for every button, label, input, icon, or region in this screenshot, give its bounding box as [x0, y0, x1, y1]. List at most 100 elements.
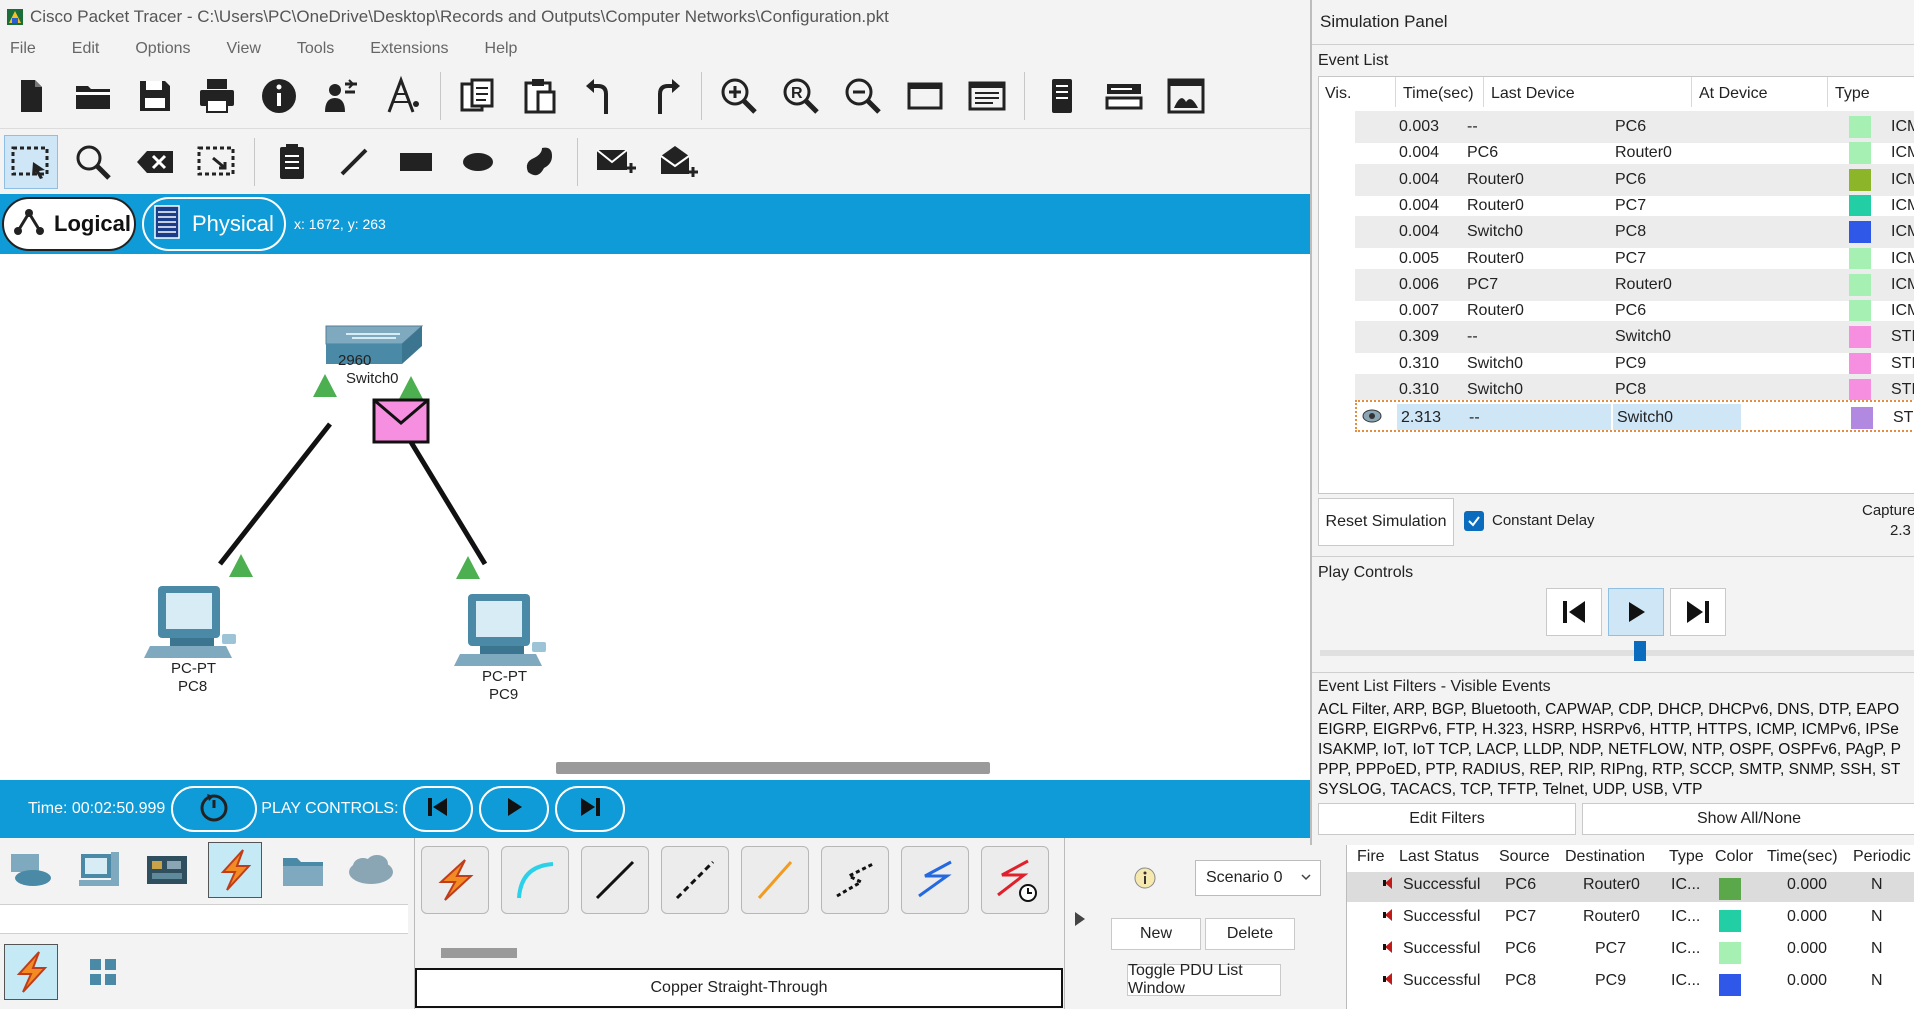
custom-device-icon[interactable] — [376, 69, 430, 123]
notes-icon[interactable] — [1035, 69, 1089, 123]
pdu-fire-icon[interactable] — [1383, 940, 1393, 959]
pdu-header-color[interactable]: Color — [1715, 848, 1753, 870]
menu-file[interactable]: File — [0, 40, 46, 58]
scenario-select[interactable]: Scenario 0 — [1195, 860, 1321, 896]
resize-icon[interactable] — [190, 135, 244, 189]
serial-dce-icon[interactable] — [981, 846, 1049, 914]
event-header-vis[interactable]: Vis. — [1325, 85, 1351, 103]
delete-scenario-button[interactable]: Delete — [1205, 918, 1295, 950]
select-icon[interactable] — [4, 134, 58, 189]
pdu-fire-icon[interactable] — [1383, 908, 1393, 927]
redo-icon[interactable] — [637, 69, 691, 123]
play-controls-forward-button[interactable] — [1670, 588, 1726, 636]
pdu-envelope-icon[interactable] — [372, 398, 430, 444]
pdu-row[interactable]: Successful PC6 Router0 IC... 0.000 N — [1347, 872, 1914, 902]
pdu-row[interactable]: Successful PC8 PC9 IC... 0.000 N — [1347, 968, 1914, 998]
open-folder-icon[interactable] — [66, 69, 120, 123]
new-file-icon[interactable] — [4, 69, 58, 123]
pdu-header-destination[interactable]: Destination — [1565, 848, 1645, 870]
logical-tab[interactable]: Logical — [2, 197, 136, 251]
zoom-in-icon[interactable] — [712, 69, 766, 123]
end-devices-icon[interactable] — [72, 842, 126, 898]
inspect-icon[interactable] — [66, 135, 120, 189]
save-icon[interactable] — [128, 69, 182, 123]
menu-help[interactable]: Help — [475, 40, 528, 58]
rectangle-icon[interactable] — [389, 135, 443, 189]
cable-list-scrollbar[interactable] — [441, 948, 517, 958]
link-switch0-pc8[interactable] — [218, 422, 332, 566]
pdu-fire-icon[interactable] — [1383, 876, 1393, 895]
sim-play-button[interactable] — [478, 786, 549, 832]
play-controls-back-button[interactable] — [1546, 588, 1602, 636]
pdu-header-fire[interactable]: Fire — [1357, 848, 1385, 870]
coaxial-cable-icon[interactable] — [901, 846, 969, 914]
print-icon[interactable] — [190, 69, 244, 123]
pc8-device[interactable] — [144, 586, 236, 658]
activity-wizard-icon[interactable] — [314, 69, 368, 123]
menu-view[interactable]: View — [217, 40, 271, 58]
workspace-horizontal-scrollbar[interactable] — [556, 762, 990, 774]
copy-icon[interactable] — [451, 69, 505, 123]
constant-delay-checkbox[interactable] — [1464, 511, 1484, 531]
paste-icon[interactable] — [513, 69, 567, 123]
physical-tab[interactable]: Physical — [142, 197, 286, 251]
collapse-arrow-icon[interactable] — [1073, 910, 1087, 933]
add-simple-pdu-icon[interactable] — [588, 135, 642, 189]
note-icon[interactable] — [265, 135, 319, 189]
play-controls-play-button[interactable] — [1608, 588, 1664, 636]
event-header-at-device[interactable]: At Device — [1699, 85, 1767, 103]
miscellaneous-icon[interactable] — [276, 842, 330, 898]
automatic-connection-icon[interactable] — [421, 846, 489, 914]
copper-straight-through-icon[interactable] — [581, 846, 649, 914]
scenario-info-icon[interactable] — [1133, 866, 1157, 894]
connections-icon[interactable] — [208, 842, 262, 898]
menu-edit[interactable]: Edit — [62, 40, 110, 58]
link-switch0-pc9[interactable] — [397, 422, 488, 566]
pdu-header-last-status[interactable]: Last Status — [1399, 848, 1479, 870]
palette-window-icon[interactable] — [898, 69, 952, 123]
new-scenario-button[interactable]: New — [1111, 918, 1201, 950]
pc9-device[interactable] — [454, 594, 546, 666]
connections-subcategory-icon[interactable] — [4, 944, 58, 1000]
zoom-reset-icon[interactable]: R — [774, 69, 828, 123]
logical-workspace[interactable]: 2960 Switch0 PC-PT PC8 PC-PT PC9 — [0, 254, 1310, 780]
phone-cable-icon[interactable] — [821, 846, 889, 914]
reset-simulation-button[interactable]: Reset Simulation — [1318, 498, 1454, 546]
add-complex-pdu-icon[interactable] — [650, 135, 704, 189]
edit-filters-button[interactable]: Edit Filters — [1318, 803, 1576, 835]
undo-icon[interactable] — [575, 69, 629, 123]
grid-icon[interactable] — [76, 944, 130, 1000]
sim-back-button[interactable] — [402, 786, 473, 832]
pdu-header-type[interactable]: Type — [1669, 848, 1704, 870]
eye-icon[interactable] — [1361, 408, 1383, 429]
menu-extensions[interactable]: Extensions — [360, 40, 458, 58]
console-cable-icon[interactable] — [501, 846, 569, 914]
event-row[interactable]: 2.313 -- Switch0 STP — [1355, 400, 1914, 433]
show-all-none-button[interactable]: Show All/None — [1582, 803, 1914, 835]
play-speed-slider-thumb[interactable] — [1634, 641, 1646, 661]
ellipse-icon[interactable] — [451, 135, 505, 189]
sim-forward-button[interactable] — [554, 786, 625, 832]
event-header-type[interactable]: Type — [1835, 85, 1870, 103]
pdu-fire-icon[interactable] — [1383, 972, 1393, 991]
freeform-icon[interactable] — [513, 135, 567, 189]
pdu-header-periodic[interactable]: Periodic — [1853, 848, 1911, 870]
viewport-icon[interactable] — [960, 69, 1014, 123]
info-icon[interactable] — [252, 69, 306, 123]
pdu-row[interactable]: Successful PC6 PC7 IC... 0.000 N — [1347, 936, 1914, 966]
menu-tools[interactable]: Tools — [287, 40, 344, 58]
pdu-header-time[interactable]: Time(sec) — [1767, 848, 1838, 870]
web-view-icon[interactable] — [1159, 69, 1213, 123]
components-icon[interactable] — [140, 842, 194, 898]
menu-options[interactable]: Options — [125, 40, 200, 58]
reset-time-button[interactable] — [171, 786, 258, 832]
delete-icon[interactable] — [128, 135, 182, 189]
fiber-icon[interactable] — [741, 846, 809, 914]
pdu-row[interactable]: Successful PC7 Router0 IC... 0.000 N — [1347, 904, 1914, 934]
event-header-time[interactable]: Time(sec) — [1403, 85, 1474, 103]
play-speed-slider-track[interactable] — [1320, 650, 1914, 656]
event-header-last-device[interactable]: Last Device — [1491, 85, 1575, 103]
zoom-out-icon[interactable] — [836, 69, 890, 123]
draw-line-icon[interactable] — [327, 135, 381, 189]
copper-cross-over-icon[interactable] — [661, 846, 729, 914]
